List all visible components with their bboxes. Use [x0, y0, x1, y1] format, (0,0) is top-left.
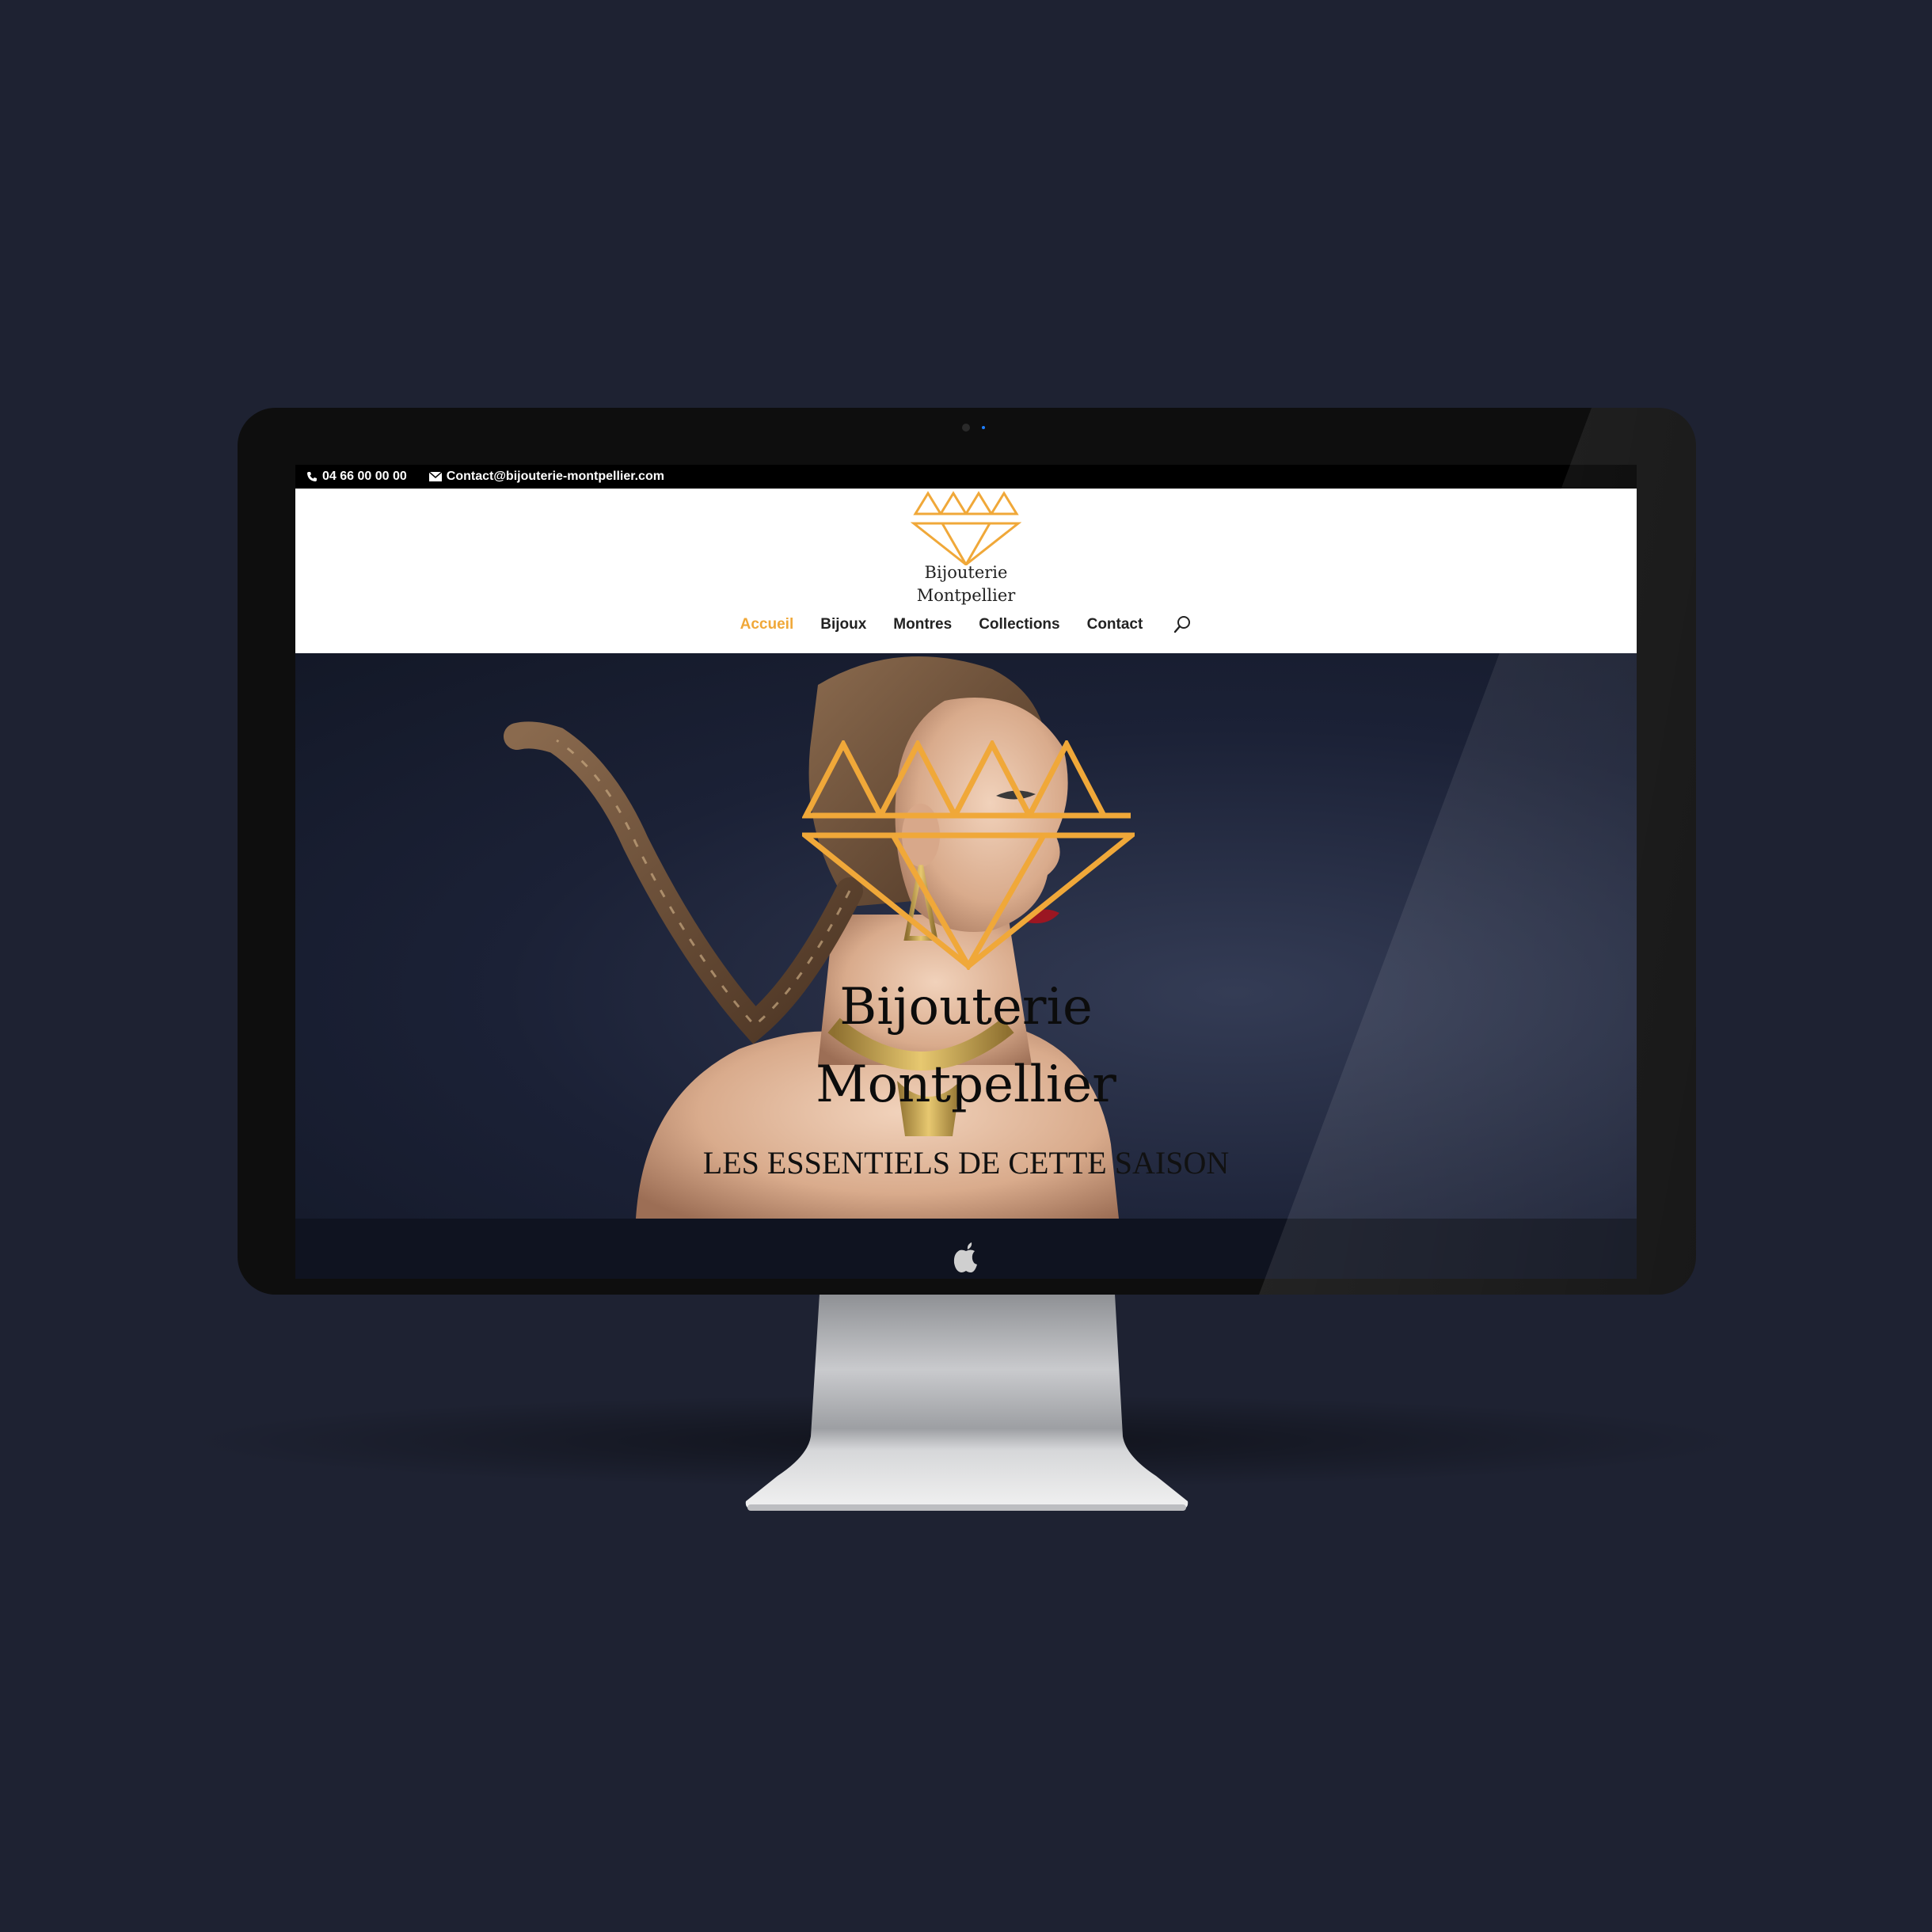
top-bar: 04 66 00 00 00 Contact@bijouterie-montpe… — [295, 465, 1637, 489]
site-logo[interactable]: Bijouterie Montpellier — [911, 490, 1021, 609]
logo-text-line1: Bijouterie — [924, 563, 1008, 582]
main-nav: Accueil Bijoux Montres Collections Conta… — [295, 615, 1637, 634]
phone-icon — [306, 471, 318, 482]
nav-item-montres[interactable]: Montres — [893, 616, 952, 633]
phone-contact[interactable]: 04 66 00 00 00 — [306, 470, 407, 484]
nav-item-accueil[interactable]: Accueil — [740, 616, 794, 633]
monitor-stand — [745, 1294, 1188, 1511]
logo-text-line2: Montpellier — [916, 586, 1016, 605]
search-icon[interactable] — [1173, 615, 1192, 634]
hero-title-line1: Bijouterie — [839, 978, 1093, 1036]
site-header: Bijouterie Montpellier Accueil Bijoux Mo… — [295, 489, 1637, 653]
monitor: 04 66 00 00 00 Contact@bijouterie-montpe… — [238, 408, 1696, 1295]
hero-title: Bijouterie Montpellier — [649, 968, 1283, 1124]
email-address: Contact@bijouterie-montpellier.com — [446, 470, 664, 483]
nav-item-bijoux[interactable]: Bijoux — [820, 616, 866, 633]
email-contact[interactable]: Contact@bijouterie-montpellier.com — [428, 470, 664, 484]
camera — [962, 424, 970, 432]
hero-subtitle: LES ESSENTIELS DE CETTE SAISON — [702, 1145, 1230, 1181]
hero-title-line2: Montpellier — [816, 1055, 1116, 1114]
camera-led — [982, 426, 985, 429]
hero-banner: Bijouterie Montpellier LES ESSENTIELS DE… — [295, 653, 1637, 1219]
apple-logo-icon — [953, 1242, 977, 1272]
envelope-icon — [428, 472, 442, 481]
screen: 04 66 00 00 00 Contact@bijouterie-montpe… — [295, 465, 1637, 1279]
scene: 04 66 00 00 00 Contact@bijouterie-montpe… — [0, 0, 1932, 1932]
nav-item-contact[interactable]: Contact — [1087, 616, 1143, 633]
hero-diamond-logo-icon — [802, 740, 1135, 970]
phone-number: 04 66 00 00 00 — [322, 470, 407, 483]
diamond-logo-icon — [911, 491, 1021, 565]
nav-item-collections[interactable]: Collections — [979, 616, 1059, 633]
